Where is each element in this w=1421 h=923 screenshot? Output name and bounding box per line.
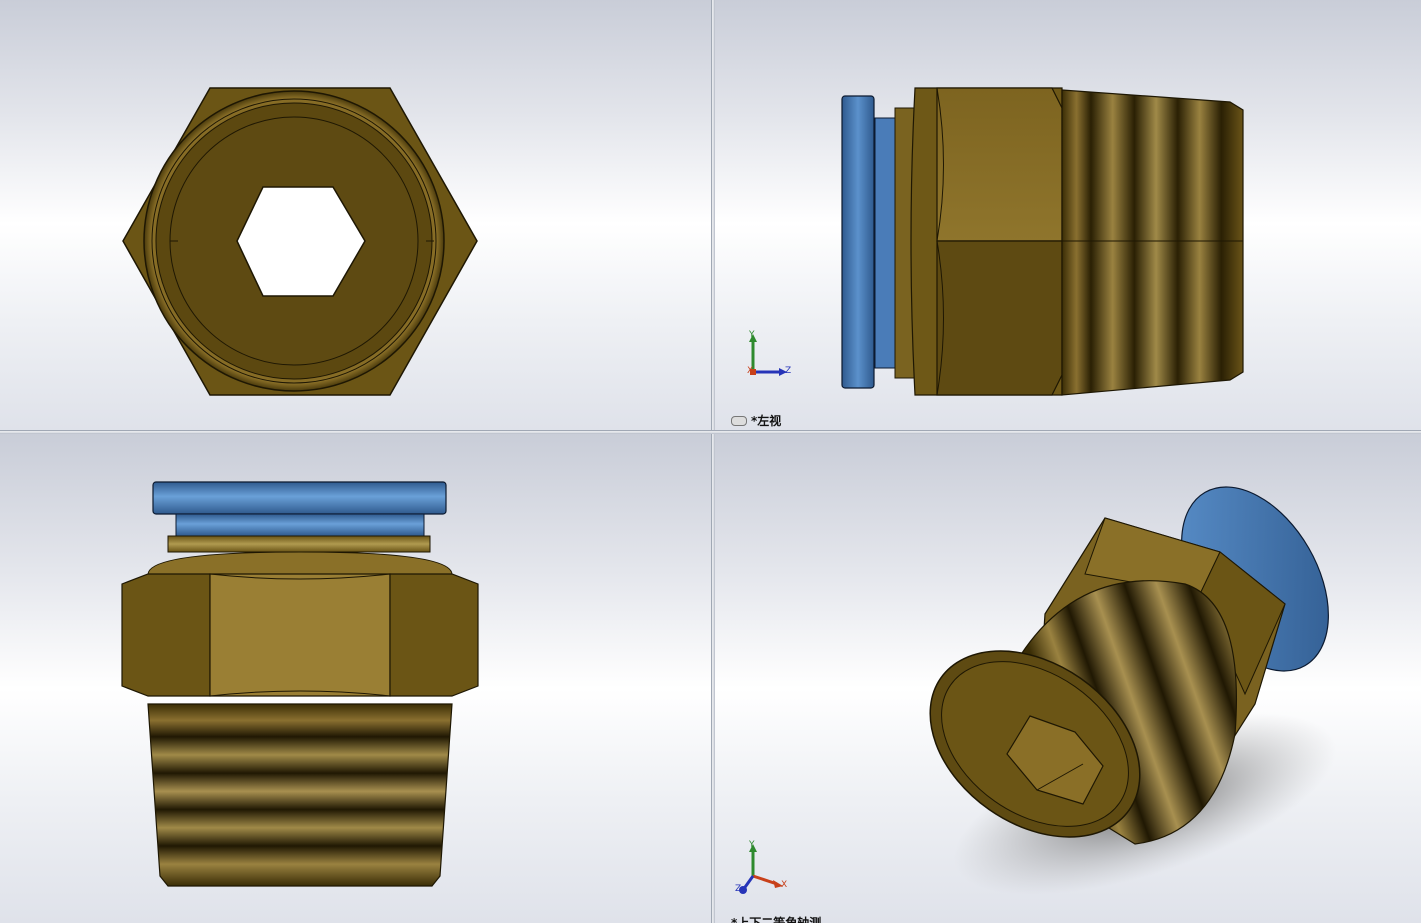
axis-triad bbox=[739, 844, 783, 894]
hex-face-bottom bbox=[936, 240, 1063, 396]
release-ring bbox=[841, 95, 875, 389]
viewport-left[interactable]: Y Z X *左视 bbox=[715, 0, 1421, 430]
release-ring bbox=[152, 481, 447, 515]
top-view-drawing bbox=[121, 481, 479, 887]
triad-y-label: Y bbox=[749, 330, 755, 340]
viewport-top[interactable] bbox=[0, 434, 711, 923]
viewport-splitter-vertical[interactable] bbox=[711, 0, 715, 923]
view-name: *左视 bbox=[751, 414, 782, 428]
axis-triad bbox=[749, 334, 787, 376]
viewport-splitter-horizontal[interactable] bbox=[0, 430, 1421, 434]
isometric-view-drawing bbox=[929, 486, 1337, 895]
view-label: *上下二等角轴测 bbox=[731, 914, 821, 923]
thread-section bbox=[1061, 89, 1244, 396]
viewport-isometric[interactable]: Y X Z *上下二等角轴测 bbox=[715, 434, 1421, 923]
viewport-front[interactable] bbox=[0, 0, 711, 430]
thread-section bbox=[147, 703, 453, 887]
hex-face-right bbox=[389, 573, 479, 697]
hex-face-left bbox=[121, 573, 211, 697]
hex-face-center bbox=[209, 573, 391, 697]
hex-face-top bbox=[936, 87, 1063, 242]
triad-x-label: X bbox=[747, 366, 754, 376]
view-label: *左视 bbox=[731, 412, 781, 429]
view-name: *上下二等角轴测 bbox=[731, 916, 822, 923]
triad-z-label: Z bbox=[785, 366, 792, 376]
link-view-icon[interactable] bbox=[731, 415, 747, 426]
triad-y-label: Y bbox=[749, 840, 755, 850]
triad-z-label: Z bbox=[735, 884, 742, 894]
triad-x-label: X bbox=[781, 880, 788, 890]
front-view-drawing bbox=[122, 87, 478, 396]
